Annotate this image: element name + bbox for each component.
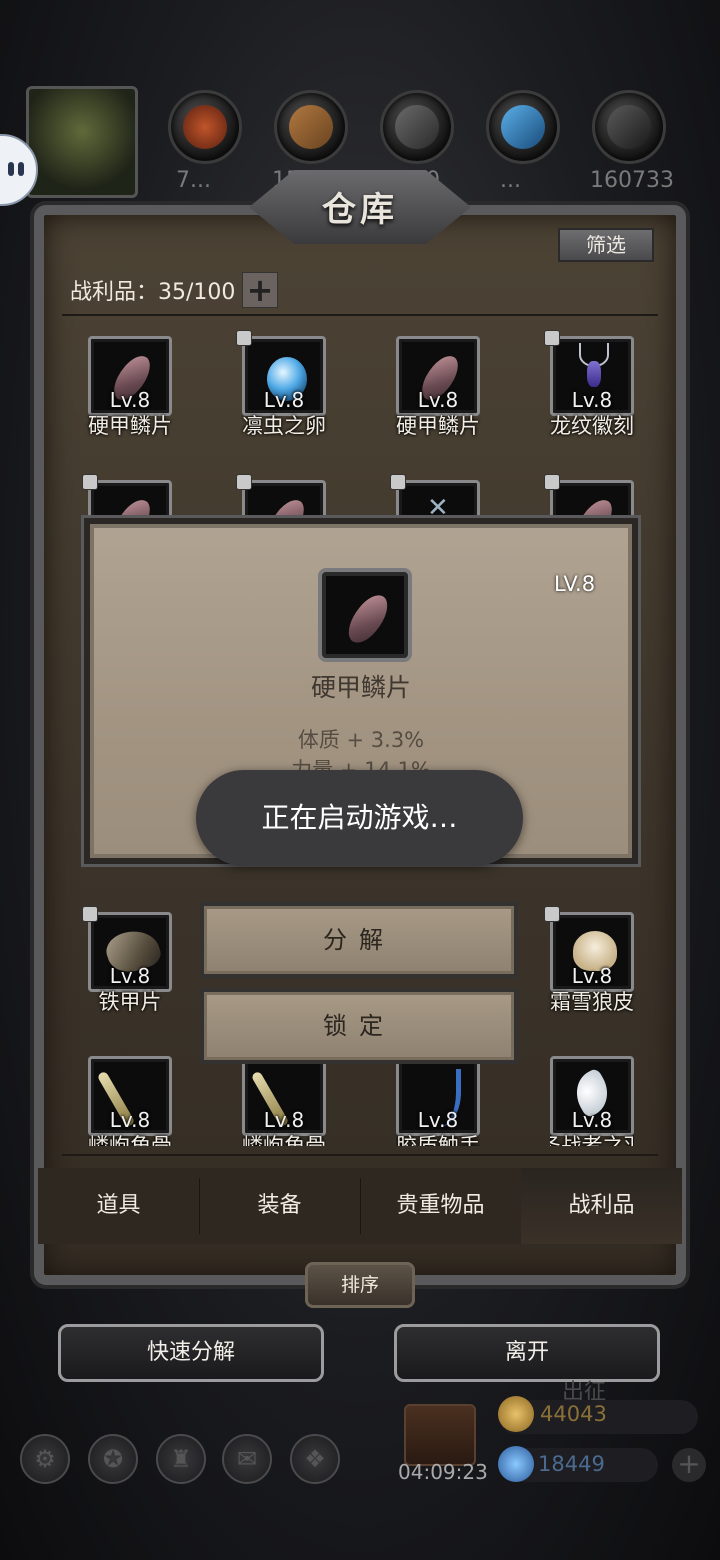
tab-valuables[interactable]: 贵重物品 — [360, 1168, 521, 1244]
panel-title: 仓库 — [322, 190, 398, 230]
item-name: 圣战者之羽 — [550, 1134, 634, 1146]
mail-icon[interactable]: ✉ — [222, 1434, 272, 1484]
inventory-slot[interactable]: Lv.8 胶质触手 — [396, 1056, 480, 1146]
inventory-slot[interactable]: Lv.8 龙纹徽刻 — [544, 330, 634, 446]
resource-crystal-icon[interactable] — [486, 90, 560, 164]
popup-level: LV.8 — [554, 572, 596, 596]
inventory-slot[interactable]: Lv.8 铁甲片 — [82, 906, 172, 1022]
leave-button[interactable]: 离开 — [394, 1324, 660, 1382]
item-level: Lv.8 — [417, 1108, 459, 1132]
item-name: 铁甲片 — [98, 990, 162, 1014]
item-level: Lv.8 — [571, 388, 613, 412]
inventory-slot[interactable]: Lv.8 硬甲鳞片 — [88, 336, 172, 446]
lock-icon — [390, 474, 406, 490]
lock-icon — [82, 474, 98, 490]
inventory-slot[interactable]: Lv.8 嶙峋角骨 — [242, 1056, 326, 1146]
quick-decompose-button[interactable]: 快速分解 — [58, 1324, 324, 1382]
sort-button[interactable]: 排序 — [305, 1262, 415, 1308]
popup-item-frame — [318, 568, 412, 662]
resource-meat-icon[interactable] — [168, 90, 242, 164]
popup-item-name: 硬甲鳞片 — [310, 673, 411, 702]
inventory-slot[interactable]: Lv.8 圣战者之羽 — [550, 1056, 634, 1146]
item-level: Lv.8 — [417, 388, 459, 412]
inventory-slot[interactable]: Lv.8 霜雪狼皮 — [544, 906, 634, 1022]
item-name: 胶质触手 — [396, 1134, 480, 1146]
divider — [62, 1154, 658, 1156]
lock-icon — [82, 906, 98, 922]
item-name: 龙纹徽刻 — [550, 414, 634, 438]
item-name: 硬甲鳞片 — [88, 414, 172, 438]
expand-capacity-button[interactable]: + — [242, 272, 278, 308]
inventory-slot[interactable]: Lv.8 嶙峋角骨 — [88, 1056, 172, 1146]
resource-wood-icon[interactable] — [274, 90, 348, 164]
gold-value: 44043 — [540, 1402, 607, 1426]
lock-icon — [544, 474, 560, 490]
item-level: Lv.8 — [109, 388, 151, 412]
resource-value: 7... — [176, 168, 211, 193]
tab-equipment[interactable]: 装备 — [199, 1168, 360, 1244]
item-level: Lv.8 — [263, 388, 305, 412]
guild-icon[interactable]: ❖ — [290, 1434, 340, 1484]
resource-value: 160733 — [590, 168, 674, 193]
scale-icon — [342, 588, 394, 650]
item-level: Lv.8 — [109, 1108, 151, 1132]
resource-value: ... — [500, 168, 521, 193]
gift-timer: 04:09:23 — [398, 1460, 488, 1484]
filter-button[interactable]: 筛选 — [558, 228, 654, 262]
gem-value: 18449 — [538, 1452, 605, 1476]
gem-icon — [498, 1446, 534, 1482]
inventory-slot[interactable]: Lv.8 凛虫之卵 — [236, 330, 326, 446]
loot-count-label: 战利品：35/100 — [70, 280, 236, 305]
category-tabs: 道具 装备 贵重物品 战利品 — [38, 1168, 682, 1244]
lock-icon — [236, 330, 252, 346]
lock-icon — [544, 906, 560, 922]
item-name: 嶙峋角骨 — [88, 1134, 172, 1146]
star-icon[interactable]: ✪ — [88, 1434, 138, 1484]
resource-stone-icon[interactable] — [380, 90, 454, 164]
item-level: Lv.8 — [263, 1108, 305, 1132]
popup-stat-constitution: 体质 + 3.3% — [297, 728, 425, 752]
tab-items[interactable]: 道具 — [38, 1168, 199, 1244]
launching-toast: 正在启动游戏… — [196, 770, 523, 866]
lock-button[interactable]: 锁定 — [200, 988, 518, 1064]
gold-coin-icon — [498, 1396, 534, 1432]
lock-icon — [236, 474, 252, 490]
item-name: 霜雪狼皮 — [550, 990, 634, 1014]
divider — [62, 314, 658, 316]
settings-icon[interactable]: ⚙ — [20, 1434, 70, 1484]
item-name: 嶙峋角骨 — [242, 1134, 326, 1146]
tab-loot[interactable]: 战利品 — [521, 1168, 682, 1244]
pendant-icon — [587, 361, 601, 387]
player-avatar[interactable] — [26, 86, 138, 198]
item-level: Lv.8 — [571, 1108, 613, 1132]
gift-box-icon[interactable] — [404, 1404, 476, 1466]
resource-iron-icon[interactable] — [592, 90, 666, 164]
item-level: Lv.8 — [109, 964, 151, 988]
item-name: 凛虫之卵 — [242, 414, 326, 438]
lock-icon — [544, 330, 560, 346]
ranking-icon[interactable]: ♜ — [156, 1434, 206, 1484]
add-gems-button[interactable]: + — [672, 1448, 706, 1482]
decompose-button[interactable]: 分解 — [200, 902, 518, 978]
item-name: 硬甲鳞片 — [396, 414, 480, 438]
item-level: Lv.8 — [571, 964, 613, 988]
inventory-slot[interactable]: Lv.8 硬甲鳞片 — [396, 336, 480, 446]
